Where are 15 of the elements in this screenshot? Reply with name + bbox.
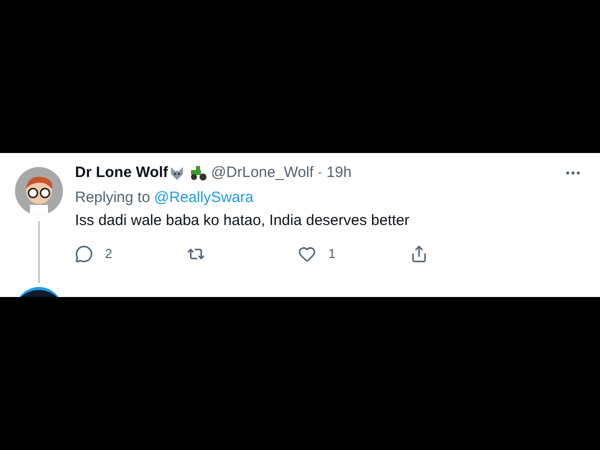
heart-icon[interactable] bbox=[298, 244, 316, 263]
reply-icon[interactable] bbox=[75, 244, 93, 263]
user-handle[interactable]: @DrLone_Wolf bbox=[211, 163, 314, 183]
separator-dot: · bbox=[318, 163, 323, 183]
tweet-text: Iss dadi wale baba ko hatao, India deserves better bbox=[75, 211, 410, 231]
avatar[interactable] bbox=[15, 167, 63, 215]
action-count: 1 bbox=[328, 245, 336, 263]
share-icon[interactable] bbox=[410, 244, 428, 263]
action-count: 2 bbox=[105, 245, 112, 263]
wolf-icon bbox=[169, 165, 186, 181]
tweet-time[interactable]: 19h bbox=[326, 163, 352, 183]
thread-line bbox=[38, 221, 40, 283]
replying-label: Replying to bbox=[75, 188, 150, 208]
user-name[interactable]: Dr Lone Wolf bbox=[75, 163, 168, 183]
tractor-icon bbox=[189, 165, 208, 181]
